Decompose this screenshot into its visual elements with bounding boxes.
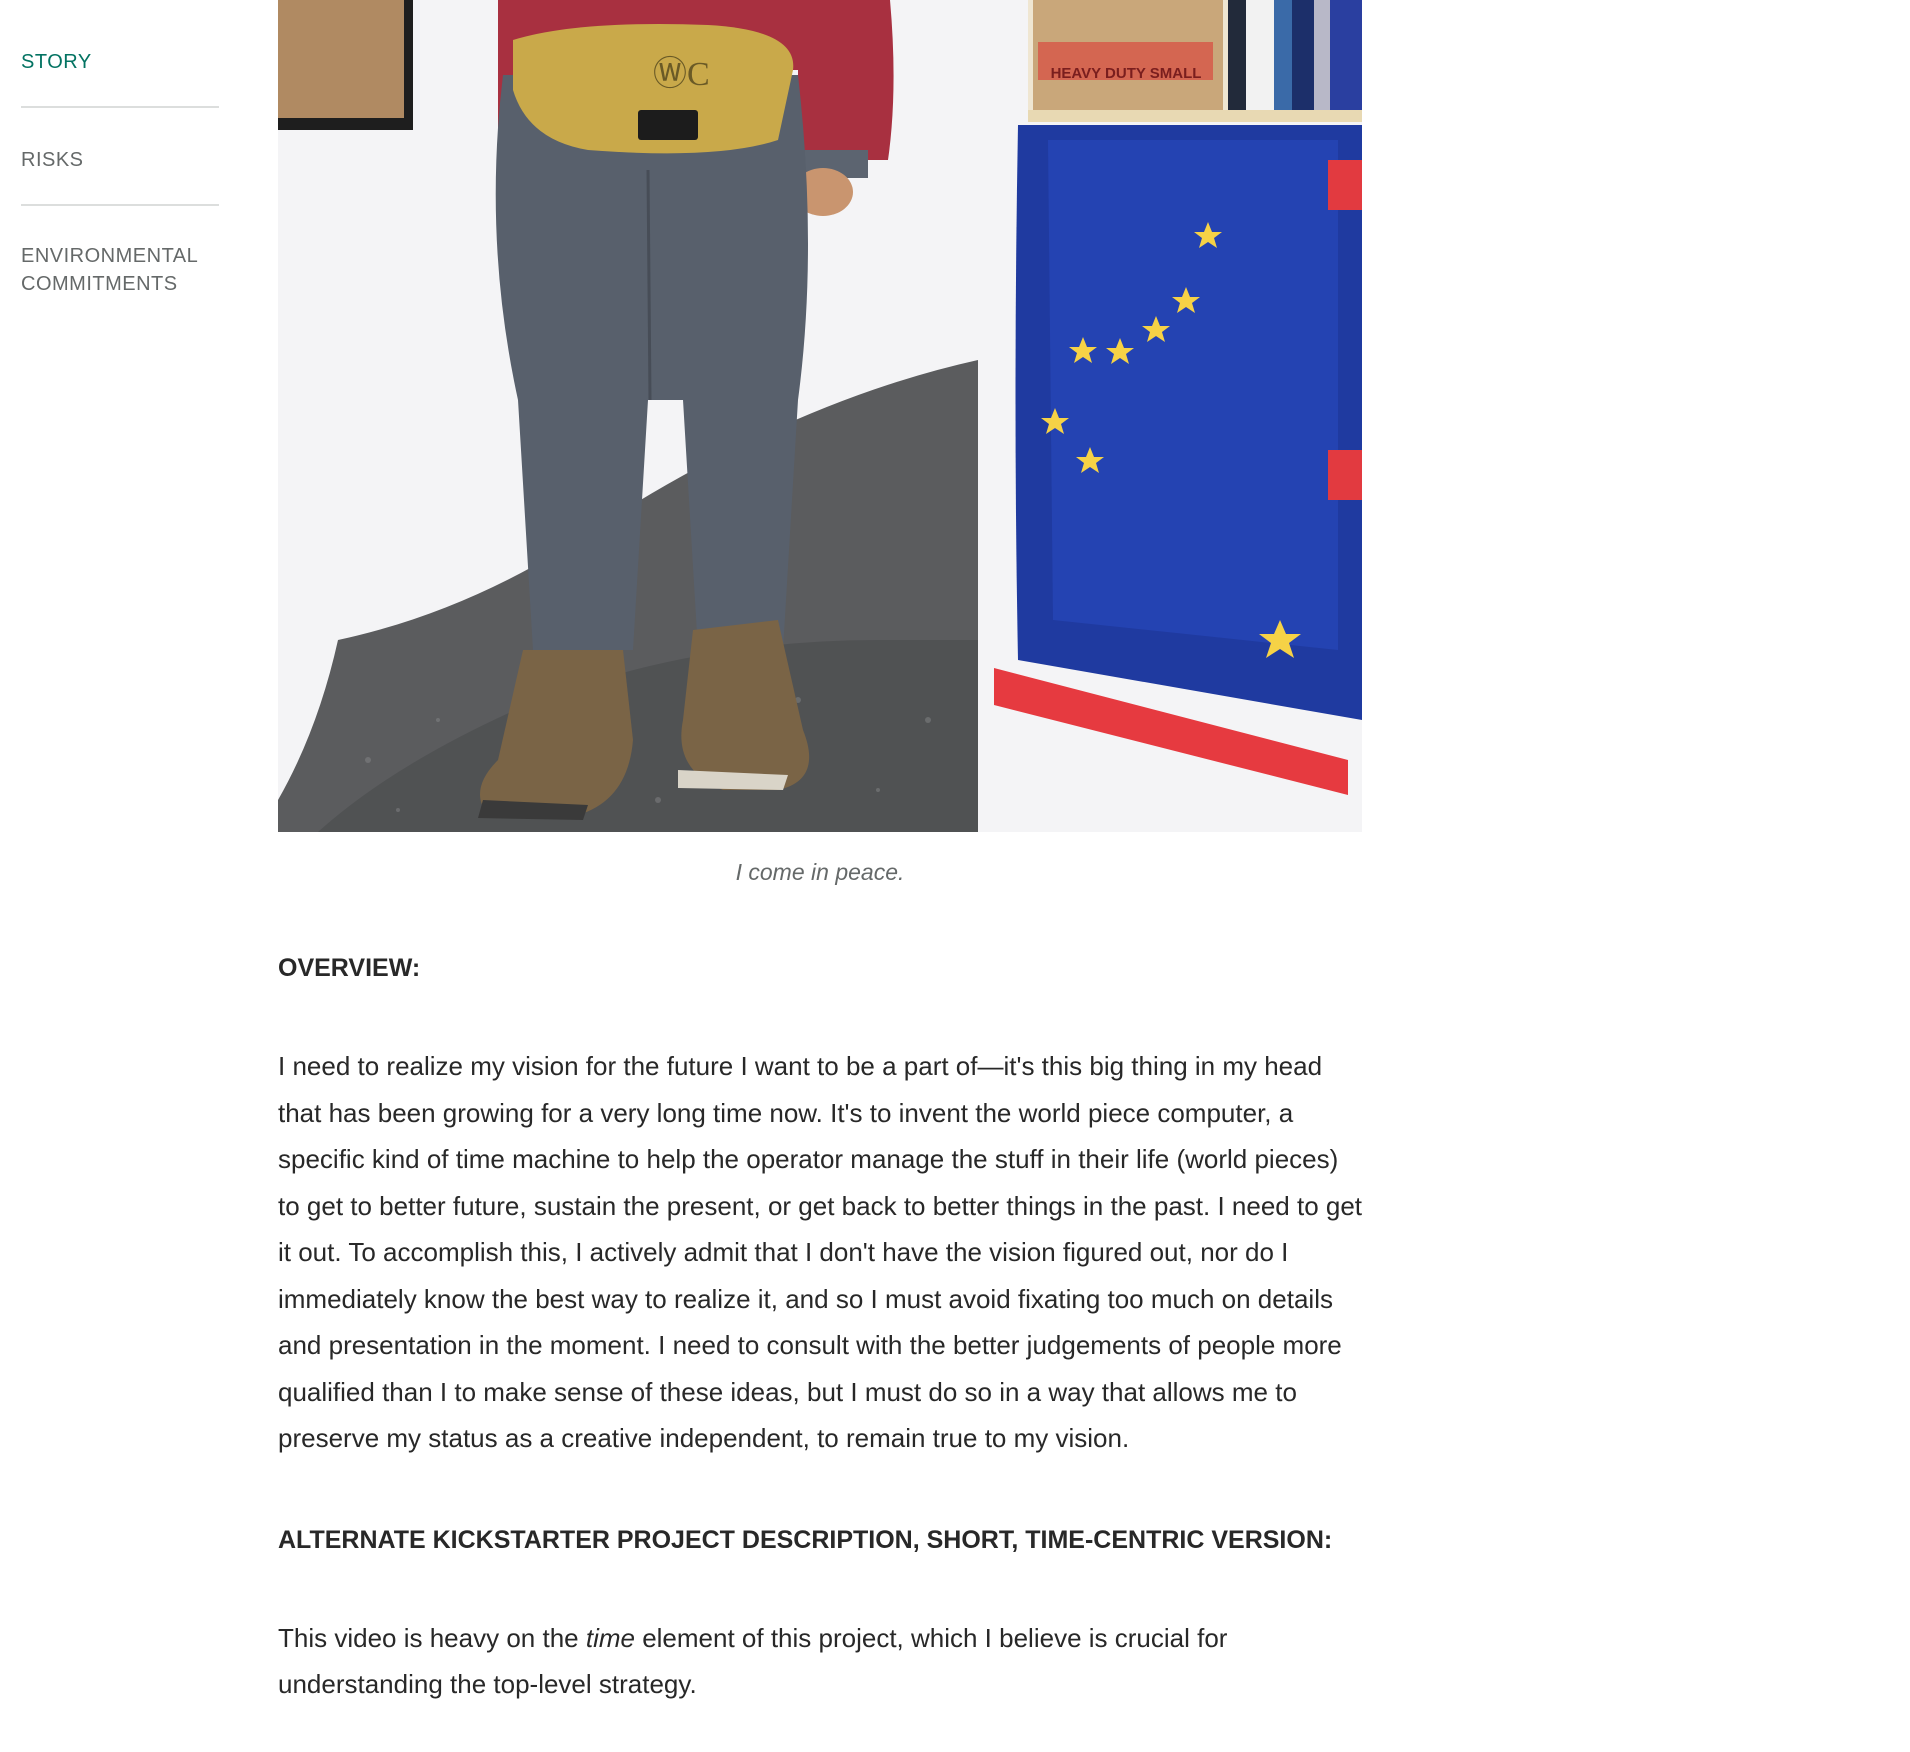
alternate-text-start: This video is heavy on the [278,1622,586,1653]
bag-logo: ⓌC [653,55,710,93]
alternate-description-paragraph: This video is heavy on the time element … [278,1615,1362,1708]
hero-photo: HEAVY DUTY SMALL ⓌC [278,0,1362,832]
alternate-text-emphasis: time [585,1622,635,1653]
nav-item-environmental-commitments[interactable]: ENVIRONMENTAL COMMITMENTS [21,206,219,298]
photo-illustration: HEAVY DUTY SMALL ⓌC [278,0,1362,832]
nav-item-risks[interactable]: RISKS [21,108,219,204]
story-content: HEAVY DUTY SMALL ⓌC I come in peace. OVE… [278,0,1362,1708]
photo-caption: I come in peace. [735,859,905,885]
nav-item-story[interactable]: STORY [21,36,219,106]
overview-paragraph: I need to realize my vision for the futu… [278,1051,1363,1453]
alternate-description-heading: ALTERNATE KICKSTARTER PROJECT DESCRIPTIO… [278,1525,1333,1554]
story-section-nav: STORY RISKS ENVIRONMENTAL COMMITMENTS [21,36,219,298]
box-label: HEAVY DUTY SMALL [1051,65,1202,82]
overview-heading: OVERVIEW: [278,954,421,982]
